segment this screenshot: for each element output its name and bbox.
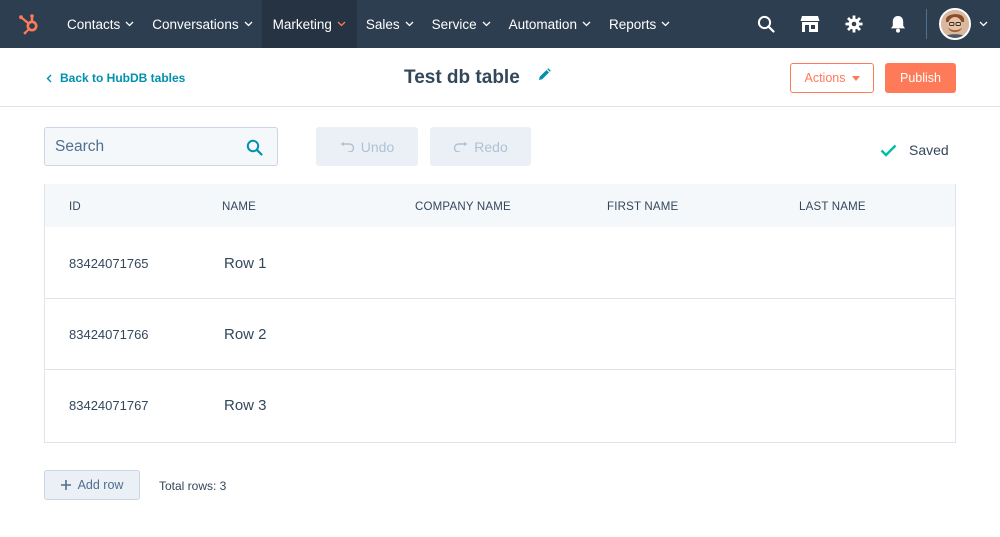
nav-item-reports[interactable]: Reports [600,0,679,48]
table-header: ID NAME COMPANY NAME FIRST NAME LAST NAM… [45,184,955,227]
nav-item-label: Marketing [272,16,332,32]
nav-item-sales[interactable]: Sales [357,0,423,48]
chevron-down-icon [337,21,346,27]
chevron-down-icon [125,21,134,27]
chevron-down-icon[interactable] [979,21,988,27]
cell-name[interactable]: Row 1 [224,255,267,272]
caret-down-icon [851,75,860,81]
nav-item-label: Conversations [152,16,239,32]
chevron-down-icon [582,21,591,27]
publish-button[interactable]: Publish [885,63,956,93]
back-to-tables-link[interactable]: Back to HubDB tables [46,71,185,85]
back-link-label: Back to HubDB tables [60,71,186,85]
cell-id[interactable]: 83424071766 [69,327,149,342]
actions-label: Actions [804,71,846,85]
cell-id[interactable]: 83424071767 [69,398,149,413]
undo-icon [340,141,355,152]
page-header: Back to HubDB tables Test db table Actio… [0,48,1000,107]
nav-item-contacts[interactable]: Contacts [58,0,143,48]
chevron-down-icon [244,21,253,27]
nav-item-marketing[interactable]: Marketing [261,0,357,48]
saved-label: Saved [909,142,949,158]
chevron-left-icon [46,74,52,83]
column-header-company-name[interactable]: COMPANY NAME [415,201,511,213]
redo-label: Redo [474,138,508,155]
undo-button[interactable]: Undo [316,127,418,166]
notifications-icon[interactable] [876,0,920,48]
avatar[interactable] [939,8,971,40]
column-header-id[interactable]: ID [69,201,81,213]
saved-status: Saved [880,142,949,158]
chevron-down-icon [405,21,414,27]
plus-icon [60,480,71,490]
main-menu: Contacts Conversations Marketing Sales S… [58,0,679,48]
settings-icon[interactable] [832,0,876,48]
nav-item-automation[interactable]: Automation [500,0,600,48]
cell-name[interactable]: Row 2 [224,326,267,343]
actions-button[interactable]: Actions [790,63,874,93]
top-navigation: Contacts Conversations Marketing Sales S… [0,0,1000,48]
nav-divider [926,9,927,39]
nav-utilities [744,0,1000,48]
table-row[interactable]: 83424071766 Row 2 [45,298,955,370]
cell-name[interactable]: Row 3 [224,397,267,414]
chevron-down-icon [482,21,491,27]
marketplace-icon[interactable] [788,0,832,48]
nav-item-label: Reports [608,16,657,32]
page-title: Test db table [404,67,520,88]
chevron-down-icon [661,21,670,27]
table-row[interactable]: 83424071765 Row 1 [45,227,955,299]
nav-item-label: Automation [508,16,577,32]
search-icon[interactable] [744,0,788,48]
column-header-first-name[interactable]: FIRST NAME [607,201,678,213]
search-input[interactable] [45,137,235,156]
undo-label: Undo [360,138,395,155]
total-rows-count: Total rows: 3 [159,479,227,493]
add-row-label: Add row [77,478,124,492]
add-row-button[interactable]: Add row [44,470,140,500]
search-box [44,127,278,166]
nav-item-service[interactable]: Service [423,0,500,48]
search-icon[interactable] [246,139,263,161]
redo-button[interactable]: Redo [430,127,531,166]
nav-item-conversations[interactable]: Conversations [143,0,261,48]
nav-item-label: Service [431,16,477,32]
table-row[interactable]: 83424071767 Row 3 [45,369,955,441]
cell-id[interactable]: 83424071765 [69,256,149,271]
data-table: ID NAME COMPANY NAME FIRST NAME LAST NAM… [44,184,956,443]
nav-item-label: Contacts [67,16,121,32]
column-header-name[interactable]: NAME [222,201,256,213]
nav-item-label: Sales [365,16,400,32]
column-header-last-name[interactable]: LAST NAME [799,201,866,213]
hubspot-logo-icon[interactable] [0,0,58,48]
pencil-icon[interactable] [537,68,551,87]
redo-icon [453,141,468,152]
checkmark-icon [880,144,897,157]
